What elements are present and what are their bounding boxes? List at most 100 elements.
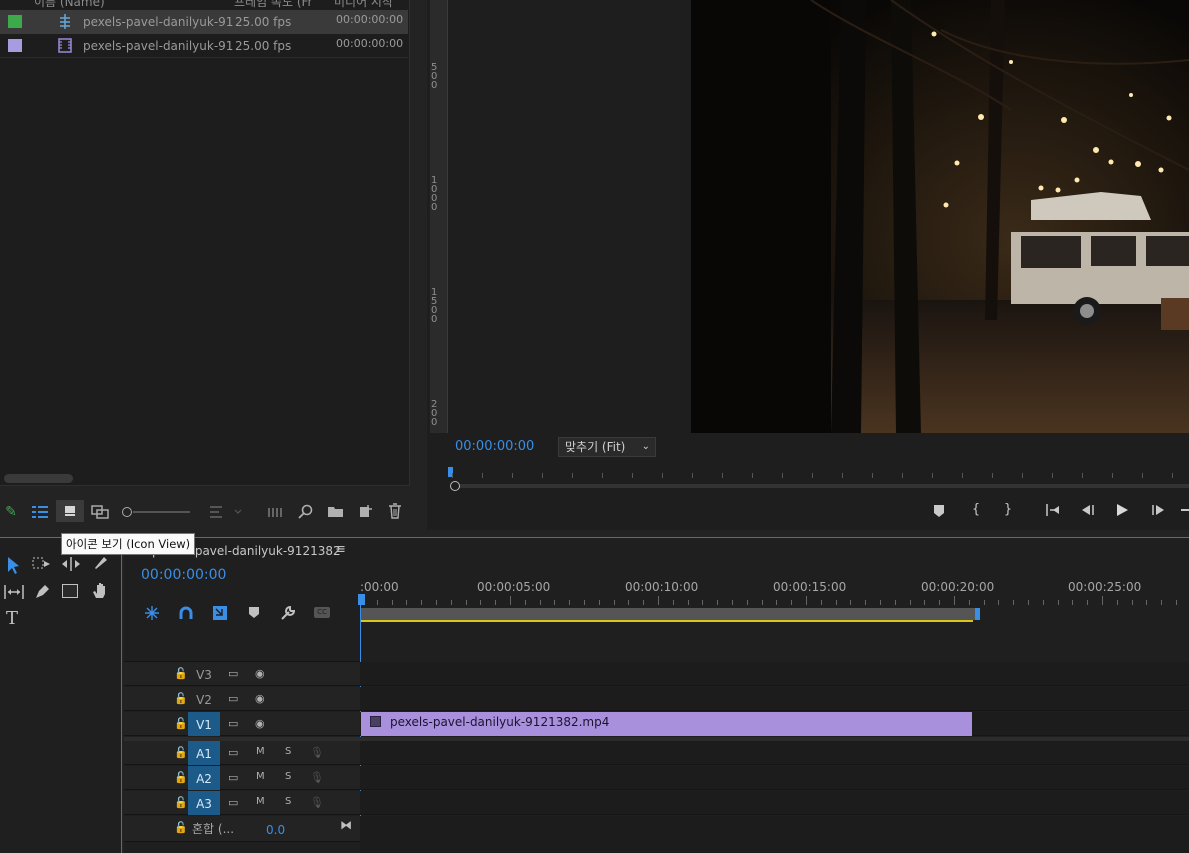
step-back-icon[interactable] [1080,503,1096,517]
hand-tool-icon[interactable] [91,582,109,600]
go-to-in-icon[interactable] [1045,503,1061,517]
microphone-icon[interactable]: 🎙 [310,771,324,784]
new-item-icon[interactable] [358,504,373,519]
sync-lock-icon[interactable]: ▭ [228,796,238,809]
lock-icon[interactable]: 🔓 [174,771,188,784]
icon-view-button[interactable] [56,500,84,522]
add-marker-icon[interactable] [248,606,260,619]
search-icon[interactable] [298,504,314,520]
zoom-slider-handle[interactable] [122,507,132,517]
track-lane-v3[interactable] [360,662,1189,686]
mix-volume-value[interactable]: 0.0 [266,823,285,837]
lock-icon[interactable]: 🔓 [174,796,188,809]
sync-lock-icon[interactable]: ▭ [228,717,238,730]
list-view-icon[interactable] [31,505,49,519]
mute-button[interactable]: M [256,746,265,757]
track-header-a1[interactable]: 🔓 A1 ▭ M S 🎙 [124,741,360,765]
pencil-icon[interactable]: ✎ [2,503,20,521]
sync-lock-icon[interactable]: ▭ [228,692,238,705]
freeform-view-icon[interactable] [91,505,109,519]
track-name[interactable]: V3 [188,662,220,686]
project-item-row[interactable]: pexels-pavel-danilyuk-91 25.00 fps 00:00… [0,34,408,58]
zoom-scroll-handle[interactable] [450,481,460,491]
selection-tool-icon[interactable] [6,556,22,574]
zoom-slider-track[interactable] [133,511,190,513]
track-lane-v2[interactable] [360,687,1189,711]
video-preview[interactable] [691,0,1189,433]
label-color-swatch[interactable] [8,15,22,28]
track-header-a2[interactable]: 🔓 A2 ▭ M S 🎙 [124,766,360,790]
panel-menu-icon[interactable]: ≡ [335,542,346,557]
linked-selection-icon[interactable] [212,605,228,621]
work-area-end-handle[interactable] [975,608,980,620]
solo-button[interactable]: S [285,746,291,757]
sync-lock-icon[interactable]: ▭ [228,771,238,784]
track-header-mix[interactable]: 🔓 혼합 (... 0.0 ⧓ [124,816,360,842]
mix-end-icon[interactable]: ⧓ [340,818,352,832]
program-timecode[interactable]: 00:00:00:00 [455,439,534,454]
nest-toggle-icon[interactable] [144,605,160,621]
mute-button[interactable]: M [256,771,265,782]
eye-icon[interactable]: ◉ [255,717,265,730]
razor-tool-icon[interactable] [92,556,108,572]
slip-tool-icon[interactable] [4,585,24,599]
track-lane-a3[interactable] [360,791,1189,815]
sync-lock-icon[interactable]: ▭ [228,667,238,680]
track-header-v2[interactable]: 🔓 V2 ▭ ◉ [124,687,360,711]
track-header-v3[interactable]: 🔓 V3 ▭ ◉ [124,662,360,686]
track-header-a3[interactable]: 🔓 A3 ▭ M S 🎙 [124,791,360,815]
column-header-framerate[interactable]: 프레임 속도 (Fr [234,0,312,10]
track-name[interactable]: A2 [188,766,220,790]
zoom-level-select[interactable]: 맞추기 (Fit) ⌄ [558,437,656,457]
go-to-out-icon[interactable] [1181,509,1189,511]
track-header-v1[interactable]: 🔓 V1 ▭ ◉ [124,712,360,736]
track-select-tool-icon[interactable] [32,557,52,571]
ripple-edit-tool-icon[interactable] [61,557,81,571]
step-forward-icon[interactable] [1150,503,1166,517]
mark-in-icon[interactable]: { [966,500,986,520]
zoom-scroll-track[interactable] [455,484,1189,488]
track-lane-a2[interactable] [360,766,1189,790]
microphone-icon[interactable]: 🎙 [310,746,324,759]
mute-button[interactable]: M [256,796,265,807]
rectangle-tool-icon[interactable] [62,584,78,598]
pen-tool-icon[interactable] [33,583,51,601]
microphone-icon[interactable]: 🎙 [310,796,324,809]
label-color-swatch[interactable] [8,39,22,52]
column-header-media-start[interactable]: 미디어 시작 [334,0,393,10]
snap-icon[interactable] [178,605,194,621]
horizontal-scrollbar[interactable] [4,474,73,483]
eye-icon[interactable]: ◉ [255,667,265,680]
eye-icon[interactable]: ◉ [255,692,265,705]
video-clip[interactable]: pexels-pavel-danilyuk-9121382.mp4 [361,712,972,736]
sync-lock-icon[interactable]: ▭ [228,746,238,759]
track-name[interactable]: A3 [188,791,220,815]
column-header-name[interactable]: 이름 (Name) [34,0,105,10]
monitor-time-ruler[interactable] [448,467,1189,481]
add-marker-icon[interactable] [932,504,946,518]
solo-button[interactable]: S [285,771,291,782]
lock-icon[interactable]: 🔓 [174,717,188,730]
trash-icon[interactable] [388,503,402,519]
lock-icon[interactable]: 🔓 [174,746,188,759]
track-lane-a1[interactable] [360,741,1189,765]
type-tool-icon[interactable]: T [6,608,18,629]
work-area-bar[interactable] [361,608,977,620]
lock-icon[interactable]: 🔓 [174,821,188,834]
play-icon[interactable] [1115,503,1129,517]
wrench-icon[interactable] [280,605,296,621]
lock-icon[interactable]: 🔓 [174,692,188,705]
sort-icons-icon[interactable] [209,505,243,519]
captions-icon[interactable]: CC [314,607,330,618]
project-item-row[interactable]: pexels-pavel-danilyuk-91 25.00 fps 00:00… [0,10,408,34]
lock-icon[interactable]: 🔓 [174,667,188,680]
new-bin-icon[interactable] [327,505,344,518]
solo-button[interactable]: S [285,796,291,807]
track-name[interactable]: V1 [188,712,220,736]
timeline-timecode[interactable]: 00:00:00:00 [141,567,226,583]
mark-out-icon[interactable]: } [998,500,1018,520]
playhead-handle[interactable] [358,594,365,605]
automate-to-sequence-icon[interactable] [267,505,283,519]
track-name[interactable]: V2 [188,687,220,711]
track-name[interactable]: A1 [188,741,220,765]
